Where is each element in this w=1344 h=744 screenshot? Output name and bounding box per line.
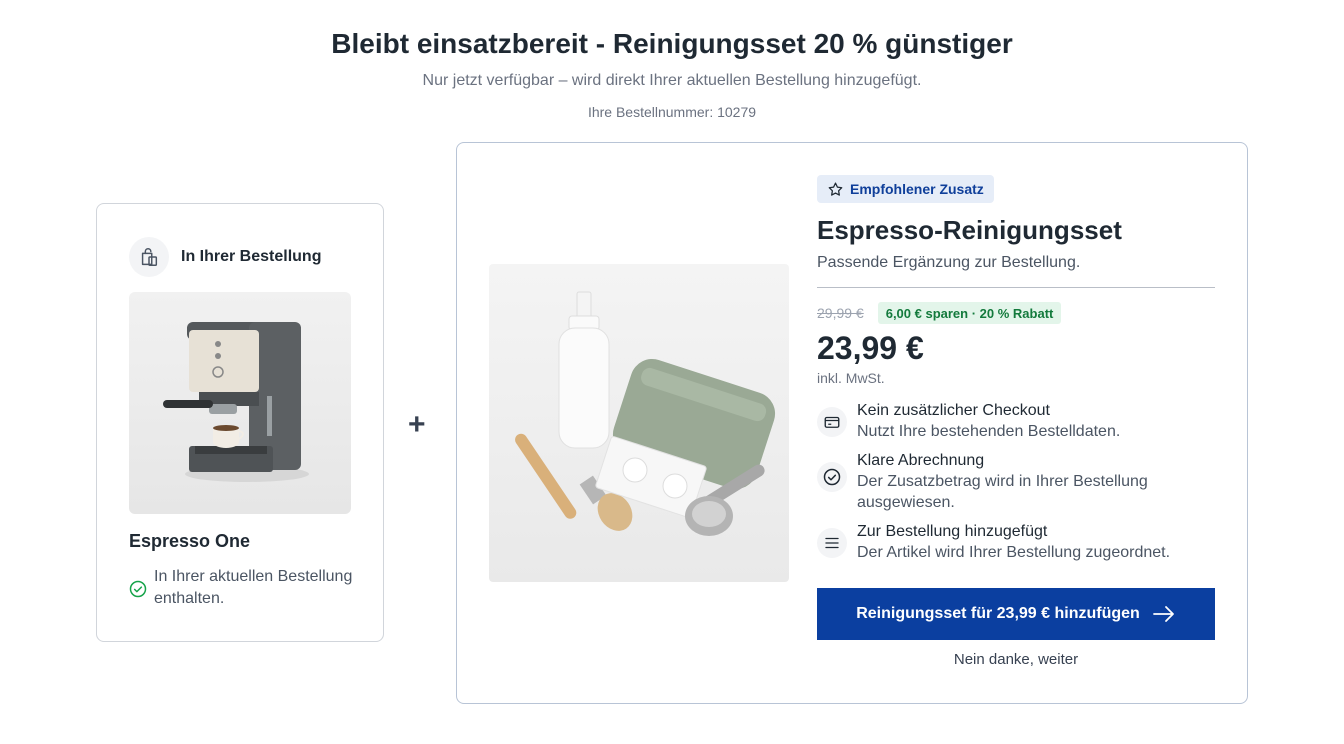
recommended-badge: Empfohlener Zusatz xyxy=(817,175,994,203)
current-order-label: In Ihrer Bestellung xyxy=(181,248,322,265)
current-product-name: Espresso One xyxy=(129,531,251,551)
benefit-desc: Der Zusatzbetrag wird in Ihrer Bestellun… xyxy=(857,473,1148,511)
benefit-title: Klare Abrechnung xyxy=(857,452,985,469)
cleaning-set-image xyxy=(489,264,789,582)
star-icon xyxy=(828,181,843,196)
order-status-text: In Ihrer aktuellen Bestellung enthalten. xyxy=(154,568,353,607)
add-cleaning-set-button[interactable]: Reinigungsset für 23,99 € hinzufügen xyxy=(817,588,1215,640)
shopping-bag-icon xyxy=(129,237,169,277)
savings-badge: 6,00 € sparen · 20 % Rabatt xyxy=(877,302,1062,324)
old-price: 29,99 € xyxy=(817,305,864,321)
offer-subtitle: Passende Ergänzung zur Bestellung. xyxy=(817,254,1215,288)
check-circle-icon xyxy=(817,462,847,492)
order-number: Ihre Bestellnummer: 10279 xyxy=(587,104,757,120)
benefit-title: Zur Bestellung hinzugefügt xyxy=(857,523,1048,540)
page-subtitle: Nur jetzt verfügbar – wird direkt Ihrer … xyxy=(422,72,922,89)
list-icon xyxy=(817,528,847,558)
benefits-list: Kein zusätzlicher Checkout Nutzt Ihre be… xyxy=(817,400,1215,563)
order-status: In Ihrer aktuellen Bestellung enthalten. xyxy=(129,566,359,610)
plus-icon: + xyxy=(408,408,426,441)
benefit-desc: Der Artikel wird Ihrer Bestellung zugeor… xyxy=(857,544,1171,561)
benefit-item: Klare Abrechnung Der Zusatzbetrag wird i… xyxy=(817,450,1215,513)
benefit-item: Kein zusätzlicher Checkout Nutzt Ihre be… xyxy=(817,400,1215,442)
decline-link[interactable]: Nein danke, weiter xyxy=(817,651,1215,668)
credit-card-icon xyxy=(817,407,847,437)
offer-title: Espresso-Reinigungsset xyxy=(817,215,1122,245)
price-row: 29,99 € 6,00 € sparen · 20 % Rabatt xyxy=(817,302,1215,324)
offer-price: 23,99 € xyxy=(817,330,924,366)
benefit-title: Kein zusätzlicher Checkout xyxy=(857,402,1050,419)
arrow-right-icon xyxy=(1152,606,1174,622)
recommended-badge-label: Empfohlener Zusatz xyxy=(850,181,984,197)
benefit-item: Zur Bestellung hinzugefügt Der Artikel w… xyxy=(817,521,1215,563)
offer-card: Empfohlener Zusatz Espresso-Reinigungsse… xyxy=(456,142,1248,704)
espresso-machine-image xyxy=(129,292,351,514)
current-order-header: In Ihrer Bestellung xyxy=(129,237,321,277)
current-order-card: In Ihrer Bestellung Espresso One In Ihre… xyxy=(96,203,384,642)
add-button-label: Reinigungsset für 23,99 € hinzufügen xyxy=(856,605,1140,622)
benefit-desc: Nutzt Ihre bestehenden Bestelldaten. xyxy=(857,423,1121,440)
offer-details: Empfohlener Zusatz Espresso-Reinigungsse… xyxy=(817,175,1215,571)
vat-note: inkl. MwSt. xyxy=(817,370,885,386)
page-title: Bleibt einsatzbereit - Reinigungsset 20 … xyxy=(331,28,1013,59)
check-circle-icon xyxy=(129,580,147,598)
